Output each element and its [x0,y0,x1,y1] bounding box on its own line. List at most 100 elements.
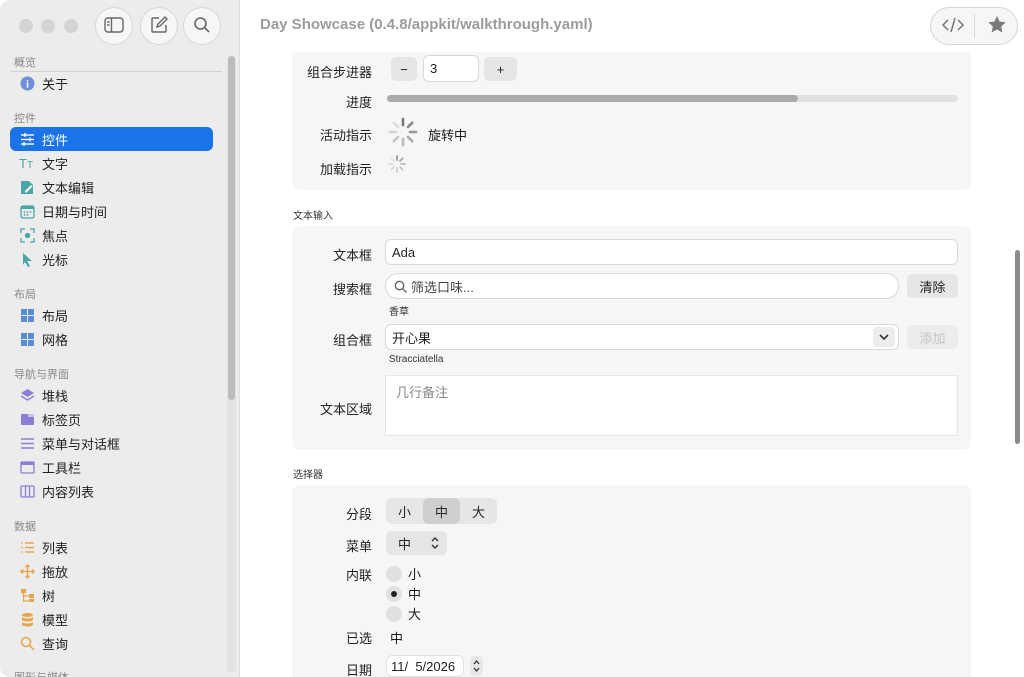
sidebar-item-label: 控件 [42,132,69,148]
text-field[interactable]: Ada [385,239,958,265]
window-title: Day Showcase (0.4.8/appkit/walkthrough.y… [260,16,593,33]
stepper-minus-button[interactable]: − [391,57,417,81]
tree-icon [19,587,35,603]
combo-box[interactable]: 开心果 [385,324,899,350]
close-window-button[interactable] [19,19,33,33]
sidebar-item-label: 光标 [42,252,69,268]
sidebar-item-label: 工具栏 [42,460,82,476]
sidebar-section-layout: 布局 [14,289,36,301]
sidebar-item-focus[interactable]: 焦点 [10,223,213,247]
sidebar-item-list[interactable]: 列表 [10,535,213,559]
segment-medium[interactable]: 中 [423,498,460,524]
calendar-icon [19,203,35,219]
sidebar-item-layout[interactable]: 布局 [10,303,213,327]
stepper-plus-button[interactable]: + [484,57,517,81]
sidebar-item-label: 文字 [42,156,69,172]
sidebar-item-cursor[interactable]: 光标 [10,247,213,271]
database-icon [19,611,35,627]
sidebar-item-stack[interactable]: 堆栈 [10,383,213,407]
menu-lines-icon [19,435,35,451]
search-placeholder: 筛选口味... [411,279,474,295]
text-format-icon: TT [19,155,35,171]
spinner-icon [387,116,419,151]
date-field[interactable]: 11/ 5/2026 [386,655,464,677]
sidebar-item-query[interactable]: 查询 [10,631,213,655]
sidebar-item-menus-dialogs[interactable]: 菜单与对话框 [10,431,213,455]
content-scrollbar-thumb[interactable] [1015,250,1020,444]
date-stepper-icon[interactable] [470,656,483,676]
radio-dot-selected[interactable] [386,585,402,602]
loading-spinner-icon [387,154,407,177]
radio-dot[interactable] [386,565,402,582]
textfield-label: 文本框 [332,248,372,263]
clear-button[interactable]: 清除 [907,274,958,298]
minimize-window-button[interactable] [41,19,55,33]
svg-text:T: T [27,160,33,170]
stack-layers-icon [19,387,35,403]
chosen-value: 中 [390,631,404,646]
code-button[interactable] [931,8,975,44]
radio-dot[interactable] [386,605,402,622]
sidebar-item-tabs[interactable]: 标签页 [10,407,213,431]
combobox-label: 组合框 [332,333,372,348]
radio-label: 大 [408,607,422,622]
toolbar-pill [930,7,1018,45]
radio-small[interactable]: 小 [386,564,421,583]
activity-label: 活动指示 [319,128,372,143]
search-field[interactable]: 筛选口味... [385,273,899,299]
svg-text:i: i [26,79,29,90]
sidebar-item-label: 模型 [42,612,69,628]
title-bar: Day Showcase (0.4.8/appkit/walkthrough.y… [0,0,1024,52]
sidebar-scrollbar-thumb[interactable] [228,56,235,400]
sidebar-item-label: 关于 [42,76,69,92]
sidebar-item-date-time[interactable]: 日期与时间 [10,199,213,223]
controls-card: 组合步进器 − 3 + 进度 活动指示 旋转中 加载指示 [292,52,971,190]
section-title-pickers: 选择器 [293,470,323,481]
menu-popup-button[interactable]: 中 [386,531,447,555]
favorite-button[interactable] [975,8,1019,44]
list-icon [19,539,35,555]
window-toolbar-icon [19,459,35,475]
zoom-window-button[interactable] [64,19,78,33]
sidebar-item-controls[interactable]: 控件 [10,127,213,151]
sidebar-item-tree[interactable]: 树 [10,583,213,607]
search-icon [193,16,211,37]
search-hint: 香草 [389,307,409,318]
sidebar-section-data: 数据 [14,521,36,533]
content-area[interactable]: 组合步进器 − 3 + 进度 活动指示 旋转中 加载指示 文本输入 文本框 Ad… [241,52,1024,677]
segmented-control[interactable]: 小 中 大 [386,498,497,524]
sidebar: 概览 i 关于 控件 控件 TT 文字 文本编辑 日期与时间 焦点 光标 布局 … [0,0,240,677]
date-label: 日期 [345,663,372,677]
sidebar-item-toolbar[interactable]: 工具栏 [10,455,213,479]
sidebar-item-text-edit[interactable]: 文本编辑 [10,175,213,199]
sidebar-toggle-button[interactable] [95,7,133,45]
chosen-label: 已选 [345,631,372,646]
sidebar-item-text[interactable]: TT 文字 [10,151,213,175]
sidebar-item-model[interactable]: 模型 [10,607,213,631]
add-button[interactable]: 添加 [907,325,958,349]
radio-large[interactable]: 大 [386,604,421,623]
sidebar-item-content-list[interactable]: 内容列表 [10,479,213,503]
sidebar-list[interactable]: 概览 i 关于 控件 控件 TT 文字 文本编辑 日期与时间 焦点 光标 布局 … [0,52,226,677]
stepper-value-field[interactable]: 3 [423,55,479,82]
search-button[interactable] [183,7,221,45]
sidebar-item-drag-drop[interactable]: 拖放 [10,559,213,583]
sidebar-item-about[interactable]: i 关于 [10,71,213,95]
segment-label: 分段 [345,507,372,522]
segment-large[interactable]: 大 [460,498,497,524]
sidebar-item-label: 网格 [42,332,69,348]
updown-chevron-icon [431,537,439,552]
chevron-down-icon[interactable] [873,327,895,347]
sidebar-item-label: 日期与时间 [42,204,108,220]
pickers-card: 分段 小 中 大 菜单 中 内联 小 中 大 已选 中 日期 11/ 5/202… [292,485,971,677]
sidebar-item-grid[interactable]: 网格 [10,327,213,351]
compose-button[interactable] [140,7,178,45]
radio-medium[interactable]: 中 [386,584,421,603]
sidebar-item-label: 焦点 [42,228,69,244]
text-area[interactable]: 几行备注 [385,375,958,436]
sidebar-item-label: 标签页 [42,412,82,428]
searchfield-label: 搜索框 [332,282,372,297]
segment-small[interactable]: 小 [386,498,423,524]
radio-label: 小 [408,567,422,582]
inline-label: 内联 [345,568,372,583]
